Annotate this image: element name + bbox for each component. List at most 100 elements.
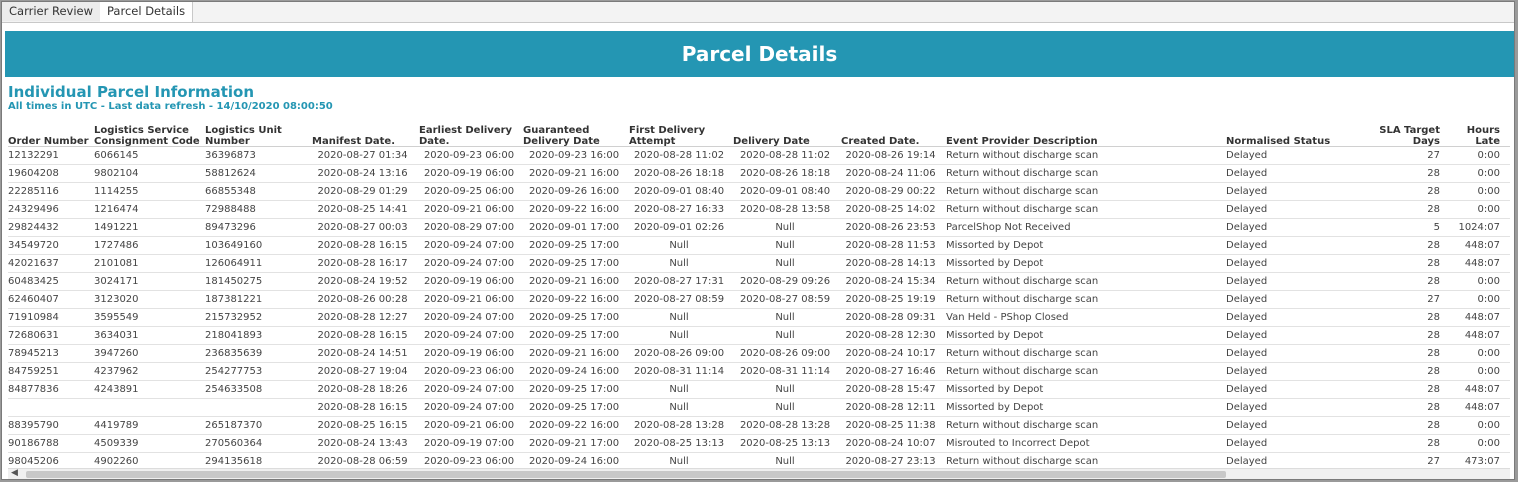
cell-unit-number: 187381221: [205, 294, 263, 305]
tab-bar: Carrier Review Parcel Details: [2, 2, 1514, 23]
cell-earliest-delivery-date: 2020-09-25 06:00: [423, 186, 515, 197]
cell-normalised-status: Delayed: [1226, 420, 1268, 431]
horizontal-scrollbar[interactable]: ◀: [8, 468, 1510, 479]
cell-created-date: 2020-08-26 23:53: [845, 222, 936, 233]
cell-delivery-date: 2020-08-25 13:13: [739, 438, 831, 449]
table-row[interactable]: 22285116 1114255 66855348 2020-08-29 01:29 2…: [8, 183, 1510, 201]
table-row[interactable]: 84759251 4237962 254277753 2020-08-27 19:04…: [8, 363, 1510, 381]
cell-sla-target-days: 28: [1427, 168, 1440, 179]
table-row[interactable]: 88395790 4419789 265187370 2020-08-25 16:15…: [8, 417, 1510, 435]
table-row[interactable]: 34549720 1727486 103649160 2020-08-28 16:15…: [8, 237, 1510, 255]
cell-unit-number: 254633508: [205, 384, 263, 395]
table-row[interactable]: 90186788 4509339 270560364 2020-08-24 13:43…: [8, 435, 1510, 453]
cell-unit-number: 126064911: [205, 258, 263, 269]
cell-event-provider-description: Misrouted to Incorrect Depot: [946, 438, 1090, 449]
cell-first-delivery-attempt: 2020-08-28 11:02: [633, 150, 725, 161]
table-row[interactable]: 42021637 2101081 126064911 2020-08-28 16:17…: [8, 255, 1510, 273]
column-header-delivery-date[interactable]: Delivery Date: [733, 121, 837, 147]
cell-created-date: 2020-08-28 11:53: [845, 240, 936, 251]
table-row[interactable]: 2020-08-28 16:15 2020-09-24 07:00 2020-09-…: [8, 399, 1510, 417]
cell-delivery-date: 2020-08-27 08:59: [739, 294, 831, 305]
table-row[interactable]: 12132291 6066145 36396873 2020-08-27 01:34 2…: [8, 147, 1510, 165]
cell-event-provider-description: Missorted by Depot: [946, 402, 1044, 413]
cell-event-provider-description: ParcelShop Not Received: [946, 222, 1071, 233]
column-header-text: Logistics Service Consignment Code: [94, 125, 200, 147]
column-header-first-delivery-attempt[interactable]: First Delivery Attempt: [629, 121, 729, 147]
cell-consignment-code: 3024171: [94, 276, 139, 287]
cell-guaranteed-delivery-date: 2020-09-01 17:00: [528, 222, 620, 233]
cell-consignment-code: 1114255: [94, 186, 139, 197]
cell-manifest-date: 2020-08-27 01:34: [317, 150, 408, 161]
cell-created-date: 2020-08-29 00:22: [845, 186, 936, 197]
cell-unit-number: 218041893: [205, 330, 263, 341]
scrollbar-thumb[interactable]: [26, 471, 1226, 478]
tab-carrier-review[interactable]: Carrier Review: [2, 2, 102, 21]
cell-hours-late: 1024:07: [1458, 222, 1500, 233]
cell-delivery-date: 2020-09-01 08:40: [739, 186, 831, 197]
cell-earliest-delivery-date: 2020-08-29 07:00: [423, 222, 515, 233]
cell-guaranteed-delivery-date: 2020-09-21 17:00: [528, 438, 620, 449]
cell-created-date: 2020-08-25 11:38: [845, 420, 936, 431]
table-row[interactable]: 78945213 3947260 236835639 2020-08-24 14:51…: [8, 345, 1510, 363]
cell-sla-target-days: 5: [1433, 222, 1440, 233]
column-header-text: Earliest Delivery Date.: [419, 125, 512, 147]
column-header-guaranteed-delivery-date[interactable]: Guaranteed Delivery Date: [523, 121, 625, 147]
column-header-manifest-date[interactable]: Manifest Date.: [312, 121, 413, 147]
cell-consignment-code: 3123020: [94, 294, 139, 305]
cell-unit-number: [205, 399, 308, 416]
table-row[interactable]: 71910984 3595549 215732952 2020-08-28 12:27…: [8, 309, 1510, 327]
cell-event-provider-description: Missorted by Depot: [946, 330, 1044, 341]
column-header-order-number[interactable]: Order Number: [8, 121, 90, 147]
cell-manifest-date: 2020-08-28 16:17: [317, 258, 408, 269]
cell-event-provider-description: Return without discharge scan: [946, 420, 1099, 431]
cell-first-delivery-attempt: 2020-08-28 13:28: [633, 420, 725, 431]
cell-created-date: 2020-08-28 15:47: [845, 384, 936, 395]
table-row[interactable]: 72680631 3634031 218041893 2020-08-28 16:15…: [8, 327, 1510, 345]
column-header-created-date[interactable]: Created Date.: [841, 121, 940, 147]
cell-order-number: 88395790: [8, 420, 59, 431]
cell-normalised-status: Delayed: [1226, 294, 1268, 305]
cell-delivery-date: 2020-08-28 11:02: [739, 150, 831, 161]
cell-sla-target-days: 28: [1427, 366, 1440, 377]
cell-consignment-code: 3595549: [94, 312, 139, 323]
cell-guaranteed-delivery-date: 2020-09-25 17:00: [528, 384, 620, 395]
cell-normalised-status: Delayed: [1226, 312, 1268, 323]
cell-event-provider-description: Return without discharge scan: [946, 276, 1099, 287]
cell-order-number: 22285116: [8, 186, 59, 197]
table-row[interactable]: 60483425 3024171 181450275 2020-08-24 19:52…: [8, 273, 1510, 291]
column-header-hours-late[interactable]: Hours Late: [1444, 121, 1500, 147]
tab-parcel-details[interactable]: Parcel Details: [100, 2, 194, 22]
cell-sla-target-days: 28: [1427, 276, 1440, 287]
column-header-unit-number[interactable]: Logistics Unit Number: [205, 121, 308, 147]
table-row[interactable]: 62460407 3123020 187381221 2020-08-26 00:28…: [8, 291, 1510, 309]
column-header-line1: SLA Target: [1379, 125, 1440, 136]
cell-normalised-status: Delayed: [1226, 240, 1268, 251]
column-header-sla-target-days[interactable]: SLA Target Days: [1356, 121, 1440, 147]
column-header-earliest-delivery-date[interactable]: Earliest Delivery Date.: [419, 121, 519, 147]
cell-delivery-date: 2020-08-26 09:00: [739, 348, 831, 359]
cell-unit-number: 254277753: [205, 366, 263, 377]
cell-sla-target-days: 27: [1427, 294, 1440, 305]
cell-hours-late: 448:07: [1464, 330, 1500, 341]
column-header-normalised-status[interactable]: Normalised Status: [1226, 121, 1352, 147]
cell-guaranteed-delivery-date: 2020-09-23 16:00: [528, 150, 620, 161]
cell-event-provider-description: Missorted by Depot: [946, 240, 1044, 251]
cell-event-provider-description: Return without discharge scan: [946, 168, 1099, 179]
column-header-consignment-code[interactable]: Logistics Service Consignment Code: [94, 121, 201, 147]
cell-earliest-delivery-date: 2020-09-23 06:00: [423, 150, 515, 161]
table-row[interactable]: 19604208 9802104 58812624 2020-08-24 13:16 2…: [8, 165, 1510, 183]
cell-consignment-code: 3947260: [94, 348, 139, 359]
cell-delivery-date: 2020-08-28 13:58: [739, 204, 831, 215]
table-row[interactable]: 24329496 1216474 72988488 2020-08-25 14:41 2…: [8, 201, 1510, 219]
column-header-event-provider-description[interactable]: Event Provider Description: [946, 121, 1222, 147]
cell-delivery-date: 2020-08-28 13:28: [739, 420, 831, 431]
table-row[interactable]: 29824432 1491221 89473296 2020-08-27 00:03 2…: [8, 219, 1510, 237]
table-row[interactable]: 84877836 4243891 254633508 2020-08-28 18:26…: [8, 381, 1510, 399]
cell-consignment-code: 3634031: [94, 330, 139, 341]
scroll-left-icon[interactable]: ◀: [11, 468, 18, 479]
column-header-line1: Hours: [1466, 125, 1500, 136]
column-header-line1: First Delivery: [629, 125, 706, 136]
cell-unit-number: 181450275: [205, 276, 263, 287]
cell-normalised-status: Delayed: [1226, 168, 1268, 179]
cell-first-delivery-attempt: Null: [669, 384, 689, 395]
